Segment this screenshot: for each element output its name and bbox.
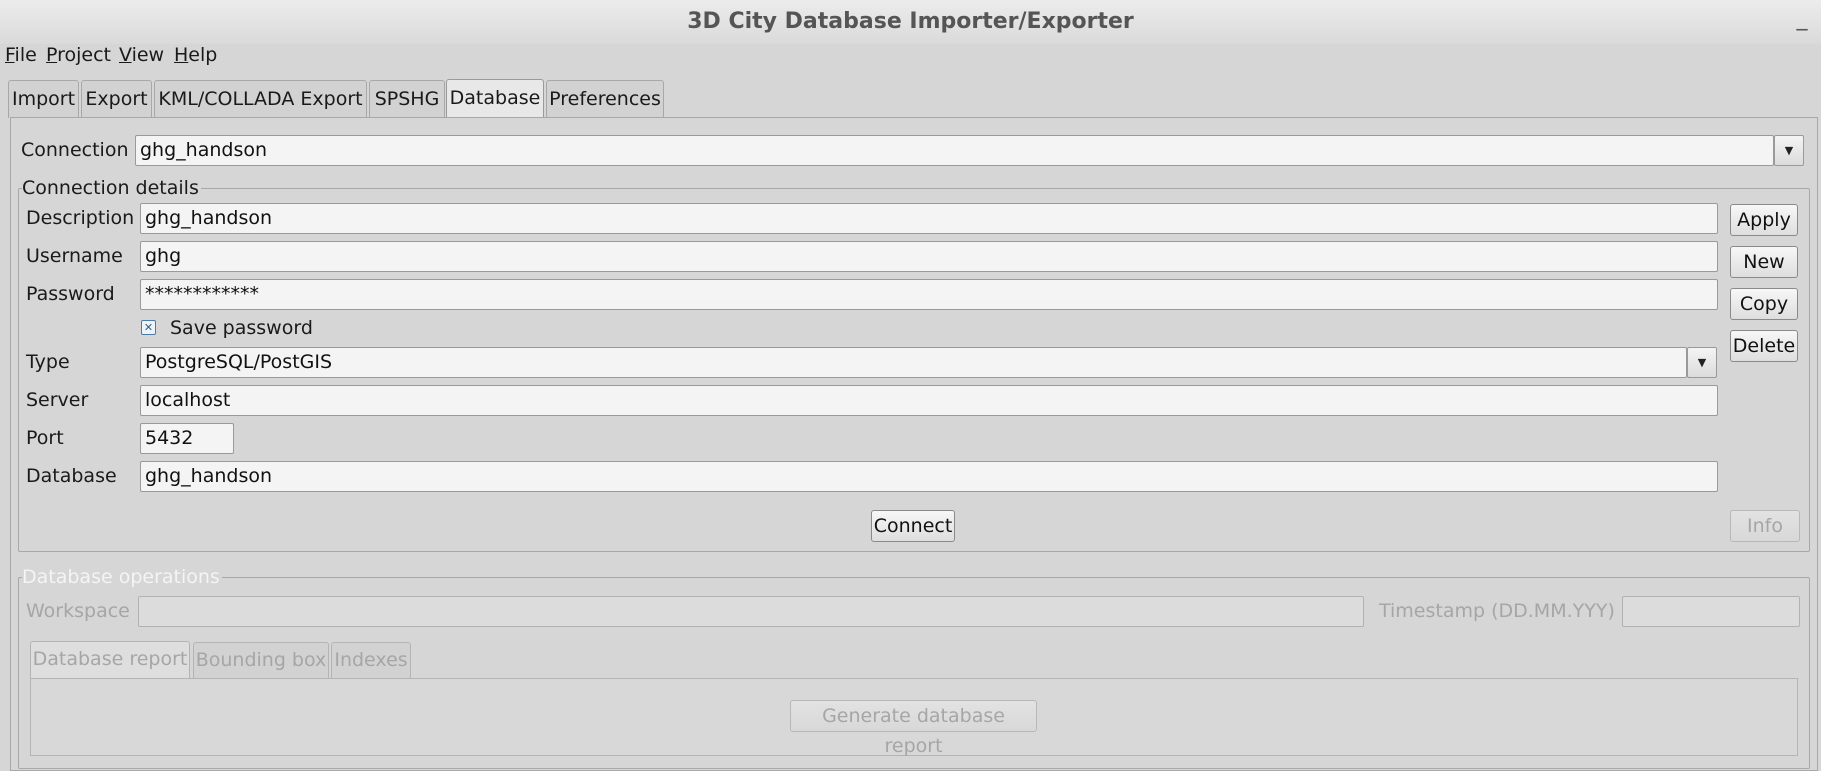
connection-details-title: Connection details [22,177,201,199]
copy-button[interactable]: Copy [1730,288,1798,320]
tab-database[interactable]: Database [446,79,544,118]
workspace-label: Workspace [26,600,130,622]
chevron-down-icon[interactable]: ▼ [1774,135,1804,166]
description-field[interactable]: ghg_handson [140,203,1718,234]
tab-spshg[interactable]: SPSHG [369,80,445,118]
server-label: Server [26,389,89,411]
password-field[interactable]: ************ [140,279,1718,310]
tab-preferences[interactable]: Preferences [546,80,664,118]
menu-view[interactable]: View [119,44,164,66]
username-label: Username [26,245,123,267]
timestamp-label: Timestamp (DD.MM.YYY) [1379,600,1615,622]
database-field[interactable]: ghg_handson [140,461,1718,492]
chevron-down-icon[interactable]: ▼ [1687,347,1717,378]
window-title: 3D City Database Importer/Exporter [0,0,1821,44]
server-field[interactable]: localhost [140,385,1718,416]
generate-database-report-button[interactable]: Generate database report [790,700,1037,757]
save-password-checkbox[interactable]: ✕ [141,320,156,335]
delete-button[interactable]: Delete [1730,330,1798,362]
tab-export[interactable]: Export [81,80,152,118]
subtab-bounding-box[interactable]: Bounding box [193,642,329,678]
info-button[interactable]: Info [1730,510,1800,542]
port-label: Port [26,427,64,449]
minimize-icon[interactable]: _ [1791,8,1813,30]
menu-bar: File Project View Help [0,44,1821,66]
subtab-database-report[interactable]: Database report [30,641,190,678]
menu-file[interactable]: File [5,44,37,66]
timestamp-field[interactable] [1622,596,1800,627]
database-operations-title: Database operations [22,566,222,588]
menu-project[interactable]: Project [46,44,111,66]
subtab-indexes[interactable]: Indexes [331,642,411,678]
port-field[interactable]: 5432 [140,423,234,454]
password-label: Password [26,283,115,305]
type-label: Type [26,351,70,373]
save-password-label: Save password [170,317,313,339]
workspace-field[interactable] [138,596,1364,627]
database-label: Database [26,465,117,487]
connection-select[interactable]: ghg_handson [135,135,1774,166]
username-field[interactable]: ghg [140,241,1718,272]
menu-help[interactable]: Help [174,44,217,66]
apply-button[interactable]: Apply [1730,204,1798,236]
tab-import[interactable]: Import [8,80,79,118]
new-button[interactable]: New [1730,246,1798,278]
tab-kml-collada-export[interactable]: KML/COLLADA Export [154,80,367,118]
connection-label: Connection [21,139,129,161]
connect-button[interactable]: Connect [871,510,955,542]
description-label: Description [26,207,135,229]
type-select[interactable]: PostgreSQL/PostGIS [140,347,1687,378]
